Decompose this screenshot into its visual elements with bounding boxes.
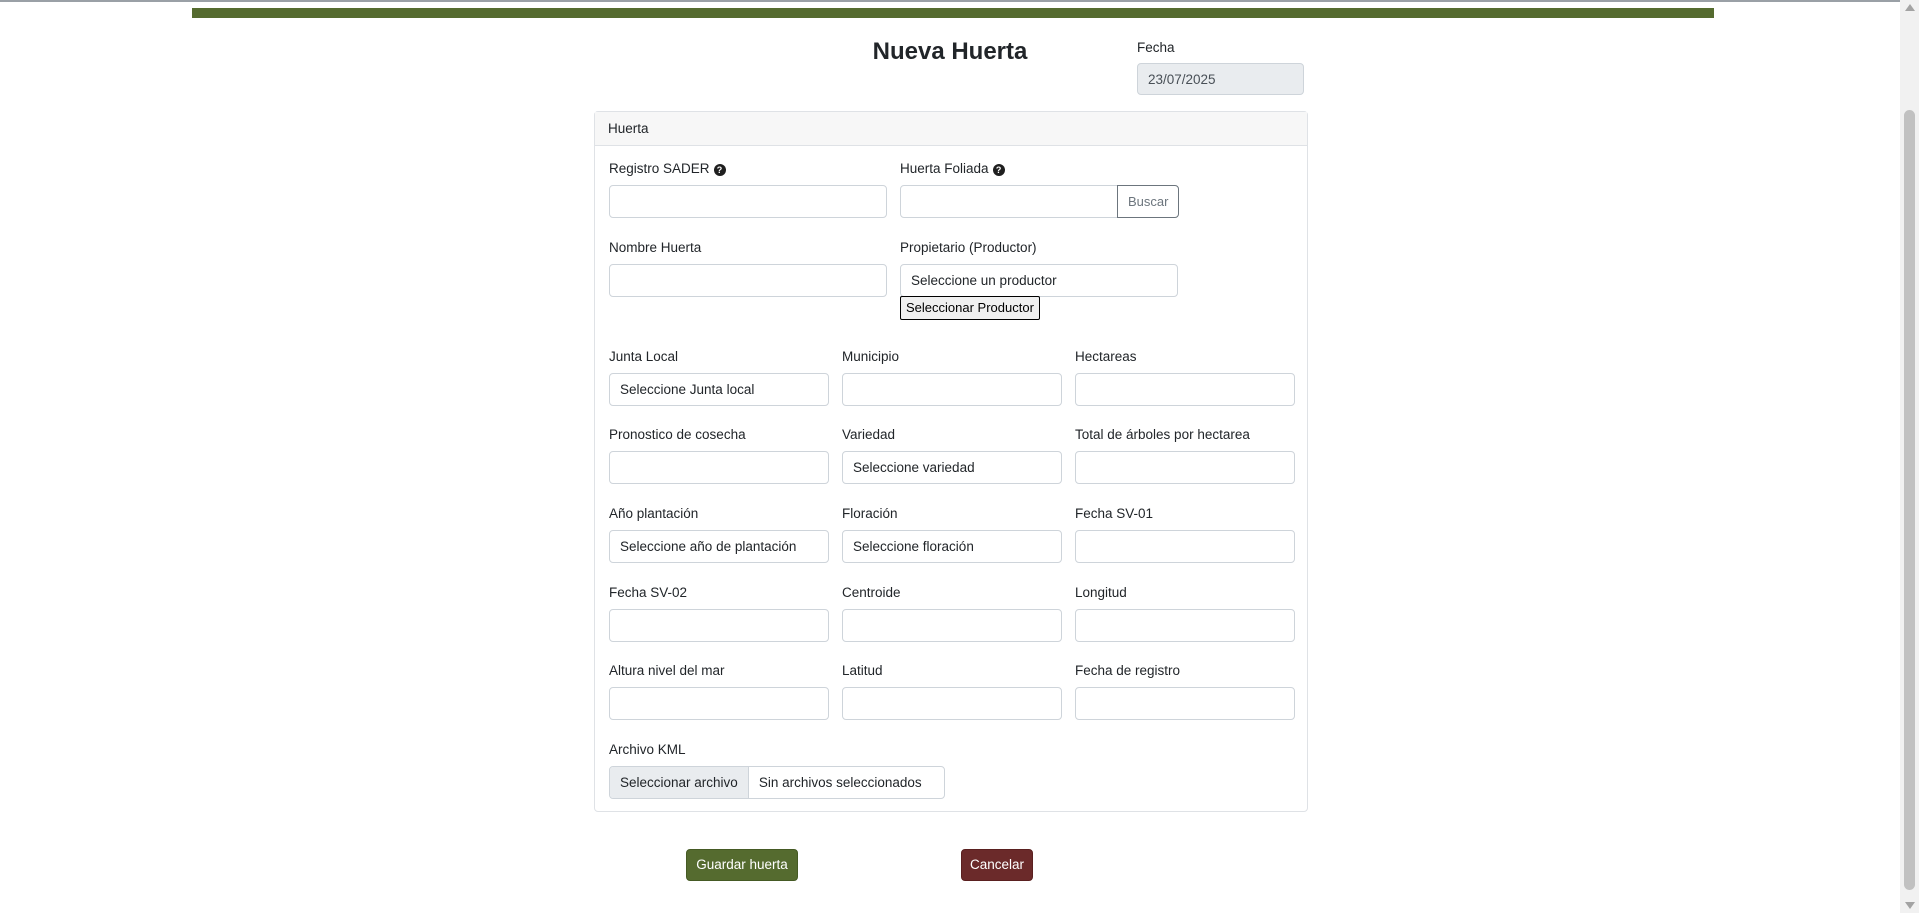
variedad-label: Variedad	[842, 427, 896, 442]
scroll-up-arrow-icon[interactable]	[1905, 4, 1915, 11]
top-rule	[0, 0, 1900, 2]
anio-plantacion-label: Año plantación	[609, 506, 699, 521]
junta-local-select[interactable]: Seleccione Junta local	[609, 373, 829, 406]
scroll-thumb[interactable]	[1904, 110, 1915, 890]
archivo-kml-status: Sin archivos seleccionados	[758, 775, 922, 790]
longitud-label: Longitud	[1075, 585, 1127, 600]
fecha-group: Fecha	[1137, 40, 1305, 95]
fecha-registro-label: Fecha de registro	[1075, 663, 1181, 678]
page-title: Nueva Huerta	[872, 38, 1028, 65]
help-icon[interactable]: ?	[992, 164, 1005, 176]
nombre-huerta-input[interactable]	[609, 264, 887, 297]
variedad-select[interactable]: Seleccione variedad	[842, 451, 1062, 484]
junta-local-label: Junta Local	[609, 349, 679, 364]
fecha-input[interactable]	[1137, 63, 1304, 95]
hectareas-input[interactable]	[1075, 373, 1295, 406]
latitud-input[interactable]	[842, 687, 1062, 720]
fecha-label: Fecha	[1137, 40, 1175, 55]
seleccionar-productor-button[interactable]: Seleccionar Productor	[900, 296, 1040, 320]
fecha-sv01-label: Fecha SV-01	[1075, 506, 1154, 521]
huerta-foliada-label: Huerta Foliada?	[900, 161, 1005, 176]
total-arboles-label: Total de árboles por hectarea	[1075, 427, 1250, 442]
vertical-scrollbar[interactable]	[1900, 0, 1919, 913]
buscar-button[interactable]: Buscar	[1117, 185, 1180, 218]
fecha-registro-input[interactable]	[1075, 687, 1295, 720]
guardar-huerta-button[interactable]: Guardar huerta	[686, 849, 798, 881]
propietario-select[interactable]: Seleccione un productor	[900, 264, 1178, 297]
huerta-foliada-input[interactable]	[900, 185, 1118, 218]
pronostico-input[interactable]	[609, 451, 829, 484]
card-header: Huerta	[595, 112, 1307, 146]
archivo-kml-label: Archivo KML	[609, 742, 686, 757]
altura-label: Altura nivel del mar	[609, 663, 725, 678]
fecha-sv02-input[interactable]	[609, 609, 829, 642]
archivo-kml-file-input[interactable]: Seleccionar archivo Sin archivos selecci…	[609, 766, 945, 799]
nombre-huerta-label: Nombre Huerta	[609, 240, 702, 255]
fecha-sv01-input[interactable]	[1075, 530, 1295, 563]
registro-sader-input[interactable]	[609, 185, 887, 218]
huerta-foliada-label-text: Huerta Foliada	[900, 161, 989, 176]
latitud-label: Latitud	[842, 663, 883, 678]
scroll-down-arrow-icon[interactable]	[1905, 902, 1915, 909]
centroide-label: Centroide	[842, 585, 901, 600]
floracion-select[interactable]: Seleccione floración	[842, 530, 1062, 563]
header-accent-bar	[192, 8, 1714, 18]
hectareas-label: Hectareas	[1075, 349, 1137, 364]
anio-plantacion-select[interactable]: Seleccione año de plantación	[609, 530, 829, 563]
centroide-input[interactable]	[842, 609, 1062, 642]
altura-input[interactable]	[609, 687, 829, 720]
floracion-label: Floración	[842, 506, 898, 521]
total-arboles-input[interactable]	[1075, 451, 1295, 484]
seleccionar-archivo-button[interactable]: Seleccionar archivo	[610, 767, 749, 798]
municipio-input[interactable]	[842, 373, 1062, 406]
help-icon[interactable]: ?	[713, 164, 726, 176]
pronostico-label: Pronostico de cosecha	[609, 427, 746, 442]
fecha-sv02-label: Fecha SV-02	[609, 585, 688, 600]
propietario-label: Propietario (Productor)	[900, 240, 1037, 255]
cancelar-button[interactable]: Cancelar	[961, 849, 1033, 881]
longitud-input[interactable]	[1075, 609, 1295, 642]
municipio-label: Municipio	[842, 349, 900, 364]
huerta-card: Huerta Registro SADER? Huerta Foliada? B…	[594, 111, 1308, 812]
registro-sader-label: Registro SADER?	[609, 161, 726, 176]
registro-sader-label-text: Registro SADER	[609, 161, 710, 176]
